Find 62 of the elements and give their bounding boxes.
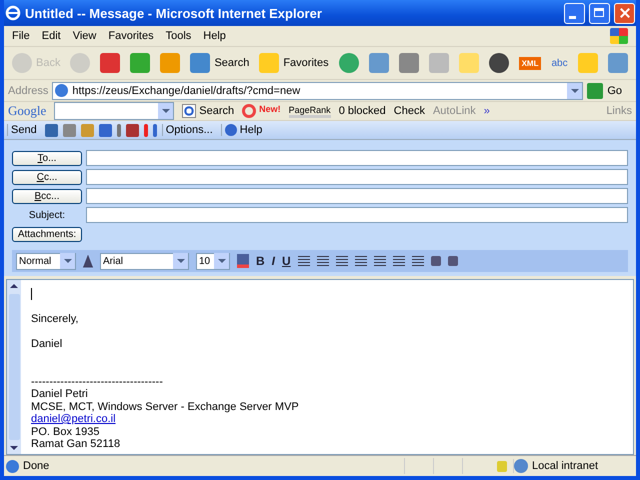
google-search-field[interactable] <box>54 102 174 120</box>
body-text: ------------------------------------ <box>31 376 163 388</box>
ie-logo-icon <box>5 5 21 21</box>
recipient-button[interactable]: Bcc... <box>12 188 82 204</box>
new-badge[interactable]: New! <box>242 104 281 118</box>
recipient-field[interactable] <box>86 150 628 166</box>
italic-button[interactable]: I <box>272 254 276 268</box>
popup-blocker-button[interactable]: 0 blocked <box>338 105 386 117</box>
menu-item[interactable]: View <box>66 30 102 42</box>
google-search-button[interactable]: Search <box>182 104 234 118</box>
font-dropdown[interactable]: Arial <box>100 252 189 270</box>
attachments-button[interactable]: Attachments: <box>12 226 82 242</box>
size-dropdown[interactable]: 10 <box>196 252 230 270</box>
help-button[interactable]: Help <box>220 124 266 136</box>
pagerank-meter: PageRank <box>288 104 331 118</box>
status-text: Done <box>23 460 50 472</box>
body-text: Sincerely, <box>31 313 78 325</box>
recipient-field[interactable] <box>86 169 628 185</box>
subject-field[interactable] <box>86 207 628 223</box>
intranet-icon <box>514 459 528 473</box>
menu-item[interactable]: Favorites <box>102 30 160 42</box>
maximize-button[interactable] <box>589 2 610 24</box>
close-button[interactable] <box>614 2 635 24</box>
menu-item[interactable]: Tools <box>160 30 198 42</box>
text-cursor <box>31 288 32 300</box>
google-logo[interactable]: Google <box>8 103 46 119</box>
body-text: MCSE, MCT, Windows Server - Exchange Server MVP <box>31 400 299 412</box>
recipient-button[interactable]: To... <box>12 150 82 166</box>
body-text: Daniel Petri <box>31 388 88 400</box>
windows-flag-icon <box>610 28 628 44</box>
window-title: Untitled -- Message - Microsoft Internet Explorer <box>25 6 323 20</box>
font-color-icon[interactable] <box>237 254 249 268</box>
scrollbar[interactable] <box>7 280 21 454</box>
send-button[interactable]: Send <box>7 124 40 136</box>
menu-item[interactable]: Help <box>197 30 232 42</box>
body-text: PO. Box 1935 <box>31 426 100 438</box>
options-button[interactable]: Options... <box>162 124 216 136</box>
email-link[interactable]: daniel@petri.co.il <box>31 413 116 425</box>
underline-button[interactable]: U <box>282 254 291 268</box>
subject-label: Subject: <box>28 210 66 220</box>
lock-icon <box>497 460 507 472</box>
page-icon <box>6 460 19 472</box>
font-icon[interactable] <box>83 254 93 268</box>
toolbar-button[interactable] <box>98 51 122 75</box>
body-text: Daniel <box>31 338 62 350</box>
spell-check-button[interactable]: Check <box>394 105 425 117</box>
toolbar-button[interactable]: abc <box>549 56 570 70</box>
minimize-button[interactable] <box>564 2 585 24</box>
address-field[interactable]: https://zeus/Exchange/daniel/drafts/?cmd=new <box>52 82 584 100</box>
security-zone-text: Local intranet <box>532 460 598 472</box>
go-button[interactable]: Go <box>587 82 632 98</box>
bold-button[interactable]: B <box>256 254 265 268</box>
menu-item[interactable]: Edit <box>36 30 67 42</box>
recipient-field[interactable] <box>86 188 628 204</box>
toolbar-button[interactable]: Search <box>188 51 252 75</box>
address-label: Address <box>8 84 48 96</box>
recipient-button[interactable]: Cc... <box>12 170 82 184</box>
body-text: Ramat Gan 52118 <box>31 438 120 450</box>
more-button[interactable]: » <box>484 105 490 117</box>
menu-item[interactable]: File <box>6 30 36 42</box>
toolbar-button[interactable]: Favorites <box>257 51 331 75</box>
style-dropdown[interactable]: Normal <box>16 252 76 270</box>
